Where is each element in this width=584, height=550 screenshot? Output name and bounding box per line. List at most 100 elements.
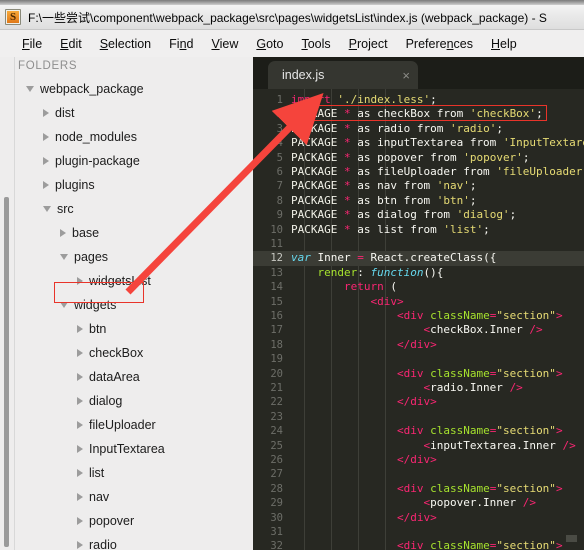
- tree-item-radio[interactable]: radio: [0, 533, 253, 550]
- chevron-right-icon[interactable]: [43, 157, 49, 165]
- chevron-down-icon[interactable]: [60, 254, 68, 260]
- tree-item-dialog[interactable]: dialog: [0, 389, 253, 413]
- chevron-right-icon[interactable]: [43, 181, 49, 189]
- code-token: >: [555, 309, 563, 322]
- code-line: <div className="section">: [291, 482, 563, 496]
- code-token: radio.Inner: [430, 381, 510, 394]
- code-line: PACKAGE * as fileUploader from 'fileUplo…: [291, 165, 584, 179]
- code-token: />: [522, 496, 537, 510]
- tree-item-widgetslist[interactable]: widgetsList: [0, 269, 253, 293]
- code-token: "section": [496, 539, 556, 550]
- line-number: 2: [276, 108, 283, 121]
- tree-item-webpack-package[interactable]: webpack_package: [0, 77, 253, 101]
- chevron-down-icon[interactable]: [60, 302, 68, 308]
- code-token: *: [343, 136, 351, 150]
- chevron-right-icon[interactable]: [77, 325, 83, 333]
- line-number: 20: [270, 367, 283, 380]
- code-token: 'fileUploader': [496, 165, 584, 178]
- code-token: <div: [396, 539, 431, 550]
- code-text[interactable]: import './index.less'; PACKAGE * as check…: [291, 89, 584, 550]
- menu-item-view[interactable]: View: [202, 35, 247, 53]
- code-line: PACKAGE * as radio from 'radio';: [291, 122, 503, 136]
- chevron-right-icon[interactable]: [77, 493, 83, 501]
- chevron-right-icon[interactable]: [77, 397, 83, 405]
- menu-item-preferences[interactable]: Preferences: [397, 35, 482, 53]
- tree-item-label: widgetsList: [89, 274, 151, 288]
- chevron-right-icon[interactable]: [77, 469, 83, 477]
- minimap-thumb[interactable]: [566, 535, 577, 542]
- chevron-right-icon[interactable]: [77, 277, 83, 285]
- menu-item-edit[interactable]: Edit: [51, 35, 91, 53]
- tree-item-dist[interactable]: dist: [0, 101, 253, 125]
- line-number: 23: [270, 410, 283, 423]
- tree-item-plugin-package[interactable]: plugin-package: [0, 149, 253, 173]
- menu-item-project[interactable]: Project: [340, 35, 397, 53]
- chevron-right-icon[interactable]: [77, 517, 83, 525]
- code-token: as dialog from: [350, 208, 457, 222]
- tab-strip: index.js ×: [253, 57, 584, 89]
- chevron-right-icon[interactable]: [77, 445, 83, 453]
- tree-item-nav[interactable]: nav: [0, 485, 253, 509]
- code-token: ;: [522, 150, 530, 164]
- code-token: 'radio': [449, 121, 497, 135]
- line-number: 17: [270, 324, 283, 337]
- tab-index-js[interactable]: index.js ×: [268, 61, 418, 89]
- menu-item-tools[interactable]: Tools: [292, 35, 339, 53]
- tree-item-fileuploader[interactable]: fileUploader: [0, 413, 253, 437]
- chevron-down-icon[interactable]: [26, 86, 34, 92]
- code-token: './index.less': [337, 93, 431, 106]
- code-line: PACKAGE * as btn from 'btn';: [291, 194, 476, 208]
- tree-item-widgets[interactable]: widgets: [0, 293, 253, 317]
- menu-item-selection[interactable]: Selection: [91, 35, 160, 53]
- tree-item-popover[interactable]: popover: [0, 509, 253, 533]
- window-title: F:\一些尝试\component\webpack_package\src\pa…: [28, 10, 547, 25]
- code-token: 'nav': [436, 179, 470, 193]
- code-token: "section": [496, 366, 556, 380]
- tree-item-inputtextarea[interactable]: InputTextarea: [0, 437, 253, 461]
- chevron-right-icon[interactable]: [43, 109, 49, 117]
- code-token: *: [343, 165, 351, 178]
- code-token: PACKAGE: [291, 121, 338, 135]
- tree-item-base[interactable]: base: [0, 221, 253, 245]
- code-token: "section": [496, 309, 556, 322]
- tree-item-list[interactable]: list: [0, 461, 253, 485]
- code-token: PACKAGE: [291, 136, 338, 150]
- menu-item-help[interactable]: Help: [482, 35, 526, 53]
- menu-item-file[interactable]: File: [13, 35, 51, 53]
- tree-item-plugins[interactable]: plugins: [0, 173, 253, 197]
- code-token: >: [555, 539, 563, 550]
- tree-item-checkbox[interactable]: checkBox: [0, 341, 253, 365]
- chevron-down-icon[interactable]: [43, 206, 51, 212]
- chevron-right-icon[interactable]: [60, 229, 66, 237]
- close-icon[interactable]: ×: [402, 69, 410, 82]
- line-number-gutter: 1 2 3 4 5 6 7 8 9 10 11 12 13 14 15 16 17 18 19 20 21 22 23 24 2…: [253, 89, 584, 550]
- code-token: as btn from: [350, 193, 437, 207]
- code-token: import: [291, 93, 331, 106]
- tree-item-pages[interactable]: pages: [0, 245, 253, 269]
- tree-item-dataarea[interactable]: dataArea: [0, 365, 253, 389]
- tree-item-node-modules[interactable]: node_modules: [0, 125, 253, 149]
- code-token: function: [370, 265, 424, 279]
- code-token: render: [317, 265, 358, 279]
- menu-item-find[interactable]: Find: [160, 35, 202, 53]
- code-token: PACKAGE: [291, 193, 338, 207]
- menu-item-goto[interactable]: Goto: [247, 35, 292, 53]
- code-line: <inputTextarea.Inner />: [291, 439, 575, 453]
- chevron-right-icon[interactable]: [77, 421, 83, 429]
- line-number: 13: [270, 266, 283, 279]
- chevron-right-icon[interactable]: [77, 541, 83, 549]
- code-view[interactable]: 1 2 3 4 5 6 7 8 9 10 11 12 13 14 15 16 17 18 19 20 21 22 23 24 2…: [253, 89, 584, 550]
- tree-item-src[interactable]: src: [0, 197, 253, 221]
- tree-item-btn[interactable]: btn: [0, 317, 253, 341]
- tree-item-label: btn: [89, 322, 107, 336]
- code-token: PACKAGE: [291, 208, 338, 222]
- chevron-right-icon[interactable]: [77, 373, 83, 381]
- chevron-right-icon[interactable]: [43, 133, 49, 141]
- code-line: </div>: [291, 395, 437, 409]
- code-line: <div>: [291, 295, 403, 309]
- code-token: =: [357, 251, 364, 265]
- chevron-right-icon[interactable]: [77, 349, 83, 357]
